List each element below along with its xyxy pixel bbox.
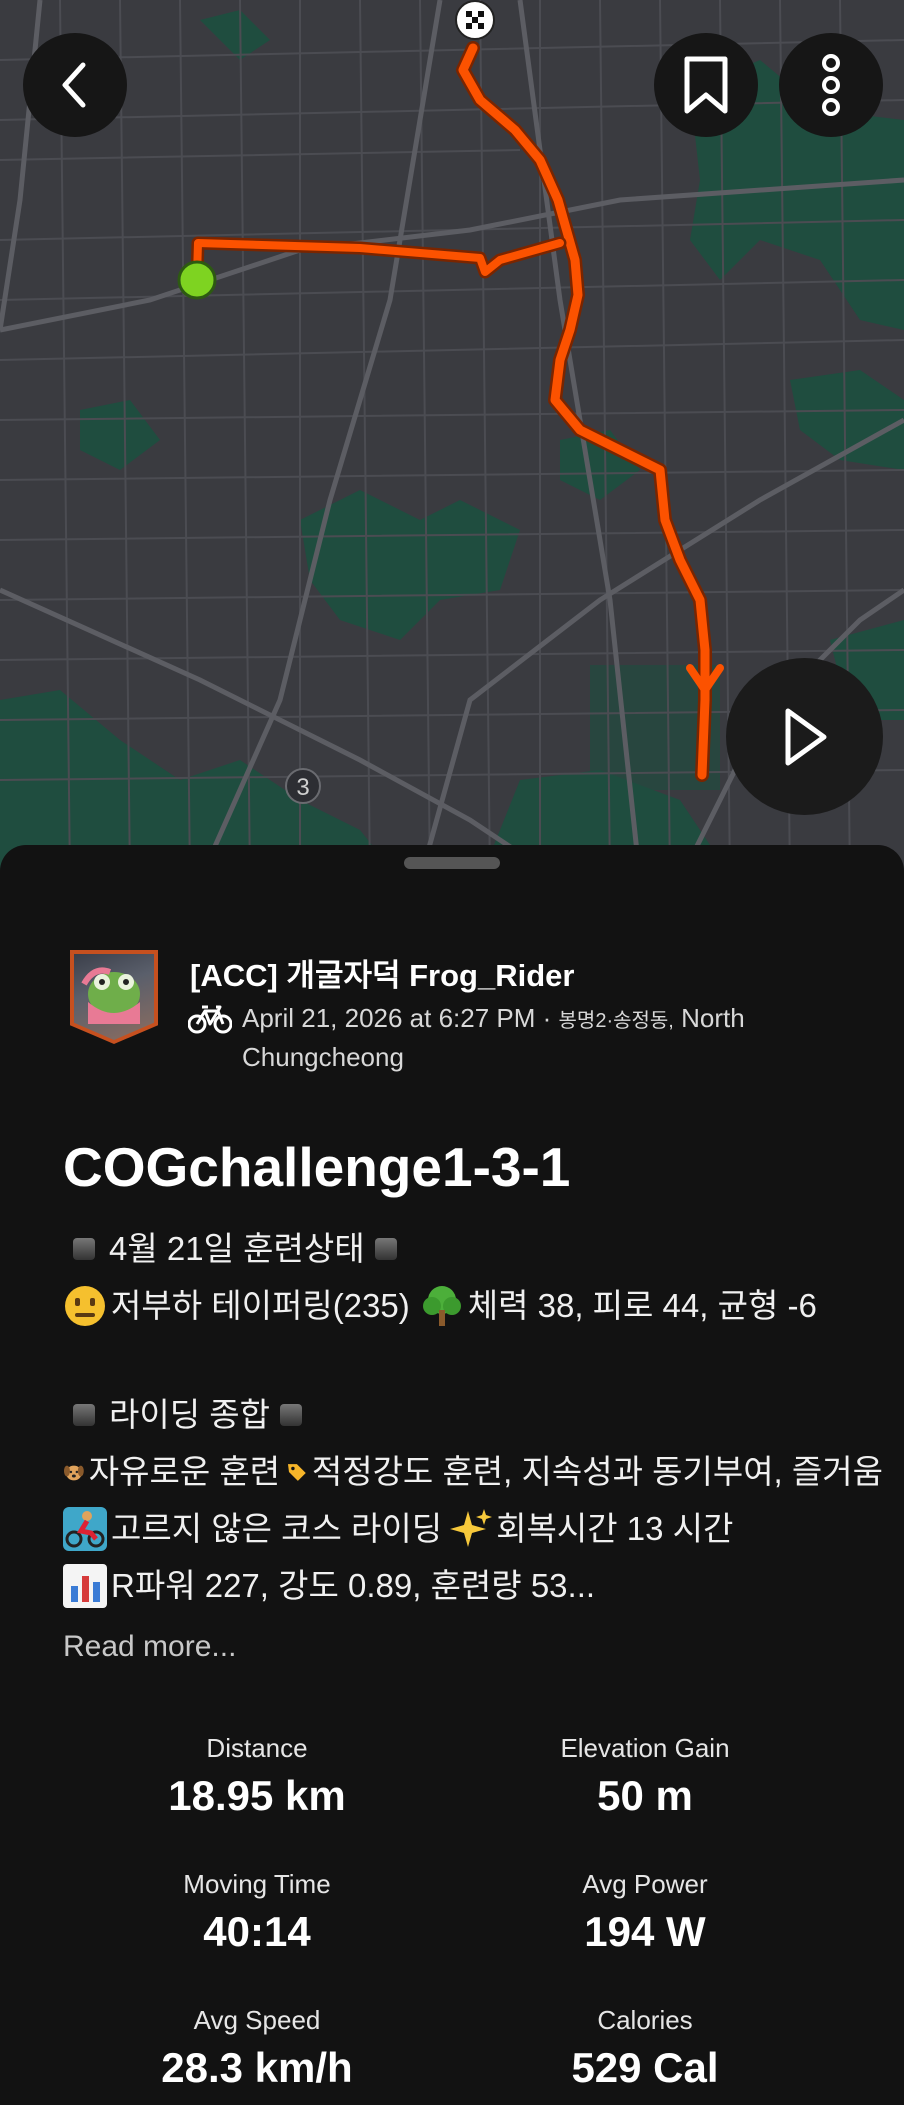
stat-label: Distance xyxy=(206,1733,308,1763)
stat-label: Avg Speed xyxy=(193,2005,321,2035)
play-flyover-button[interactable] xyxy=(726,658,883,815)
activity-description: 4월 21일 훈련상태 저부하 테이퍼링(235) 체력 38, 피로 44, … xyxy=(63,1220,883,1614)
highway-shield: 3 xyxy=(285,768,321,804)
description-text: 회복시간 13 시간 xyxy=(496,1510,734,1547)
back-button[interactable] xyxy=(23,33,127,137)
avatar-image xyxy=(74,954,154,1040)
stat-label: Moving Time xyxy=(183,1869,331,1899)
stat-value: 40:14 xyxy=(203,1908,311,1955)
athlete-header[interactable]: [ACC] 개굴자덕 Frog_Rider April 21, 2026 at … xyxy=(70,948,870,1072)
description-line: 저부하 테이퍼링(235) 체력 38, 피로 44, 균형 -6 xyxy=(63,1277,883,1334)
description-line: 4월 21일 훈련상태 xyxy=(63,1220,883,1277)
athlete-avatar[interactable] xyxy=(70,950,158,1044)
activity-date: April 21, 2026 at 6:27 PM xyxy=(242,1003,536,1033)
svg-text:3: 3 xyxy=(296,774,309,801)
description-text: 체력 38, 피로 44, 균형 -6 xyxy=(467,1287,817,1324)
description-line: 라이딩 종합 xyxy=(63,1386,883,1443)
dog-face-icon xyxy=(63,1465,84,1480)
stat-avg-power: Avg Power 194 W xyxy=(465,1866,825,1962)
stat-distance: Distance 18.95 km xyxy=(77,1730,437,1826)
person-biking-icon xyxy=(63,1506,107,1551)
stat-value: 28.3 km/h xyxy=(161,2044,353,2091)
activity-details-sheet[interactable]: [ACC] 개굴자덕 Frog_Rider April 21, 2026 at … xyxy=(0,845,904,2105)
description-line: 고르지 않은 코스 라이딩 회복시간 13 시간 xyxy=(63,1500,883,1557)
description-text: 저부하 테이퍼링(235) xyxy=(111,1287,410,1324)
athlete-name[interactable]: [ACC] 개굴자덕 Frog_Rider xyxy=(190,950,574,995)
stat-elevation-gain: Elevation Gain 50 m xyxy=(465,1730,825,1826)
stat-avg-speed: Avg Speed 28.3 km/h xyxy=(77,2002,437,2098)
stat-label: Elevation Gain xyxy=(560,1733,730,1763)
neutral-face-icon xyxy=(65,1285,105,1326)
stat-label: Avg Power xyxy=(582,1869,708,1899)
description-text: 4월 21일 훈련상태 xyxy=(109,1230,365,1267)
stat-moving-time: Moving Time 40:14 xyxy=(77,1866,437,1962)
bike-icon xyxy=(188,1005,232,1034)
activity-title: COGchallenge1-3-1 xyxy=(63,1136,571,1198)
sparkles-icon xyxy=(450,1508,493,1547)
description-text: 적정강도 훈련, 지속성과 동기부여, 즐거움 xyxy=(311,1453,883,1490)
sheet-drag-handle[interactable] xyxy=(404,857,500,869)
vertical-dots-icon xyxy=(822,54,840,116)
bookmark-icon xyxy=(684,56,728,114)
read-more-link[interactable]: Read more... xyxy=(63,1630,236,1664)
stat-label: Calories xyxy=(597,2005,693,2035)
black-square-icon xyxy=(73,1237,95,1260)
stat-value: 194 W xyxy=(584,1908,706,1955)
black-square-icon xyxy=(374,1237,397,1260)
description-text: 고르지 않은 코스 라이딩 xyxy=(111,1510,443,1547)
tree-icon xyxy=(422,1285,461,1326)
description-text: R파워 227, 강도 0.89, 훈련량 53... xyxy=(111,1567,596,1604)
activity-date-location: April 21, 2026 at 6:27 PM · 봉명2·송정동, Nor… xyxy=(242,1000,862,1075)
start-marker xyxy=(177,260,217,300)
bar-chart-icon xyxy=(63,1563,107,1608)
route-map[interactable]: 3 xyxy=(0,0,904,880)
description-line: R파워 227, 강도 0.89, 훈련량 53... xyxy=(63,1557,883,1614)
play-icon xyxy=(785,708,826,765)
description-line: 자유로운 훈련 적정강도 훈련, 지속성과 동기부여, 즐거움 xyxy=(63,1443,883,1500)
description-text: 라이딩 종합 xyxy=(109,1396,270,1433)
meta-separator: · xyxy=(535,1003,559,1033)
stat-value: 18.95 km xyxy=(168,1772,346,1819)
stat-calories: Calories 529 Cal xyxy=(465,2002,825,2098)
finish-marker xyxy=(455,0,495,40)
stat-value: 50 m xyxy=(597,1772,693,1819)
more-options-button[interactable] xyxy=(779,33,883,137)
black-square-icon xyxy=(73,1403,95,1426)
bookmark-button[interactable] xyxy=(654,33,758,137)
black-square-icon xyxy=(279,1403,302,1426)
label-tag-icon xyxy=(288,1463,306,1481)
chevron-left-icon xyxy=(62,62,86,108)
activity-location-kr: 봉명2·송정동, xyxy=(558,1010,674,1032)
stat-value: 529 Cal xyxy=(571,2044,719,2091)
description-text: 자유로운 훈련 xyxy=(88,1453,281,1490)
